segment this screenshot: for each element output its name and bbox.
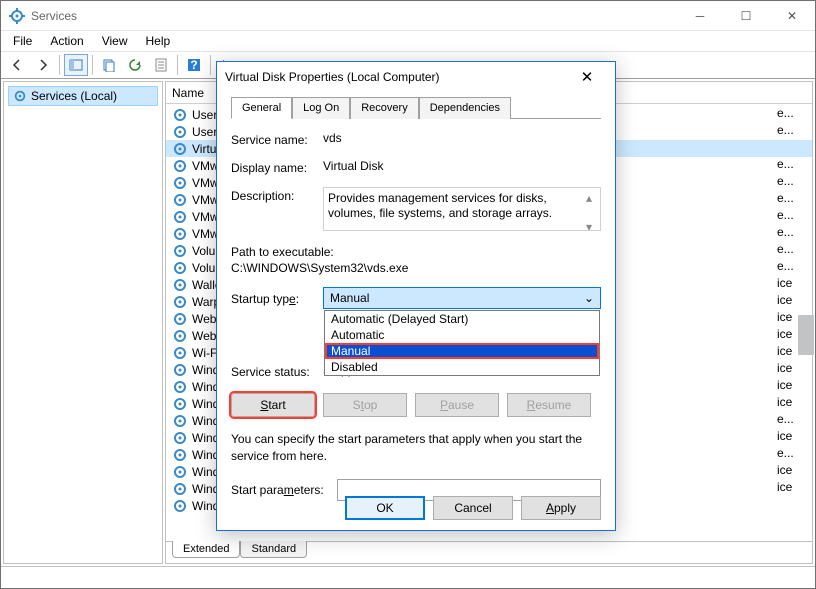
path-label: Path to executable: — [231, 245, 601, 259]
service-name-value: vds — [323, 131, 601, 145]
service-status-label: Service status: — [231, 363, 323, 379]
option-auto-delayed[interactable]: Automatic (Delayed Start) — [325, 311, 599, 327]
menu-action[interactable]: Action — [42, 32, 91, 50]
option-manual[interactable]: Manual — [325, 343, 599, 359]
start-button[interactable]: Start — [231, 393, 315, 417]
dialog-titlebar: Virtual Disk Properties (Local Computer)… — [217, 62, 615, 92]
menu-help[interactable]: Help — [138, 32, 179, 50]
tab-logon[interactable]: Log On — [292, 97, 350, 119]
menu-file[interactable]: File — [5, 32, 40, 50]
start-parameters-label: Start parameters: — [231, 483, 331, 497]
close-button[interactable]: ✕ — [769, 1, 815, 30]
service-name-label: Service name: — [231, 131, 323, 147]
dialog-tabs: General Log On Recovery Dependencies — [231, 96, 601, 119]
dialog-close-button[interactable]: ✕ — [567, 68, 607, 86]
nav-tree: Services (Local) — [3, 81, 163, 564]
truncated-right-column: e...e...e...e...e...e...e...e...e...icei… — [777, 105, 789, 496]
resume-button: Resume — [507, 393, 591, 417]
bottom-tabs: Extended Standard — [166, 541, 812, 563]
scrollbar-thumb[interactable] — [798, 315, 814, 355]
display-name-label: Display name: — [231, 159, 323, 175]
path-value: C:\WINDOWS\System32\vds.exe — [231, 261, 601, 275]
back-button[interactable] — [5, 54, 29, 76]
cancel-button[interactable]: Cancel — [433, 496, 513, 520]
pause-button: Pause — [415, 393, 499, 417]
properties-button[interactable] — [149, 54, 173, 76]
chevron-down-icon: ⌄ — [584, 291, 594, 305]
forward-button[interactable] — [31, 54, 55, 76]
export-list-button[interactable] — [97, 54, 121, 76]
startup-type-dropdown: Automatic (Delayed Start) Automatic Manu… — [324, 310, 600, 376]
nav-services-local[interactable]: Services (Local) — [8, 86, 158, 106]
tab-general[interactable]: General — [231, 97, 292, 119]
description-label: Description: — [231, 187, 323, 203]
services-window: Services ─ ☐ ✕ File Action View Help ? — [0, 0, 816, 589]
nav-root-label: Services (Local) — [31, 89, 117, 103]
startup-type-value: Manual — [330, 291, 369, 305]
description-box: Provides management services for disks, … — [323, 187, 601, 231]
description-text: Provides management services for disks, … — [328, 191, 552, 220]
svg-text:?: ? — [190, 58, 197, 72]
window-title: Services — [31, 9, 677, 23]
description-scroll[interactable]: ▴▾ — [586, 191, 598, 235]
stop-button: Stop — [323, 393, 407, 417]
show-hide-tree-button[interactable] — [64, 54, 88, 76]
menubar: File Action View Help — [1, 31, 815, 51]
startup-type-combo[interactable]: Manual ⌄ Automatic (Delayed Start) Autom… — [323, 287, 601, 309]
tab-extended[interactable]: Extended — [172, 541, 240, 558]
services-icon — [9, 8, 25, 24]
startup-type-label: Startup type: — [231, 290, 323, 306]
option-disabled[interactable]: Disabled — [325, 359, 599, 375]
start-params-hint: You can specify the start parameters tha… — [231, 431, 601, 465]
menu-view[interactable]: View — [94, 32, 136, 50]
refresh-button[interactable] — [123, 54, 147, 76]
option-automatic[interactable]: Automatic — [325, 327, 599, 343]
properties-dialog: Virtual Disk Properties (Local Computer)… — [216, 61, 616, 531]
gear-icon — [13, 89, 27, 103]
tab-recovery[interactable]: Recovery — [350, 97, 418, 119]
help-button[interactable]: ? — [182, 54, 206, 76]
tab-dependencies[interactable]: Dependencies — [419, 97, 511, 119]
display-name-value: Virtual Disk — [323, 159, 601, 173]
statusbar — [1, 566, 815, 588]
dialog-title: Virtual Disk Properties (Local Computer) — [225, 70, 567, 84]
maximize-button[interactable]: ☐ — [723, 1, 769, 30]
tab-standard[interactable]: Standard — [240, 541, 307, 558]
ok-button[interactable]: OK — [345, 496, 425, 520]
titlebar: Services ─ ☐ ✕ — [1, 1, 815, 31]
apply-button[interactable]: Apply — [521, 496, 601, 520]
minimize-button[interactable]: ─ — [677, 1, 723, 30]
